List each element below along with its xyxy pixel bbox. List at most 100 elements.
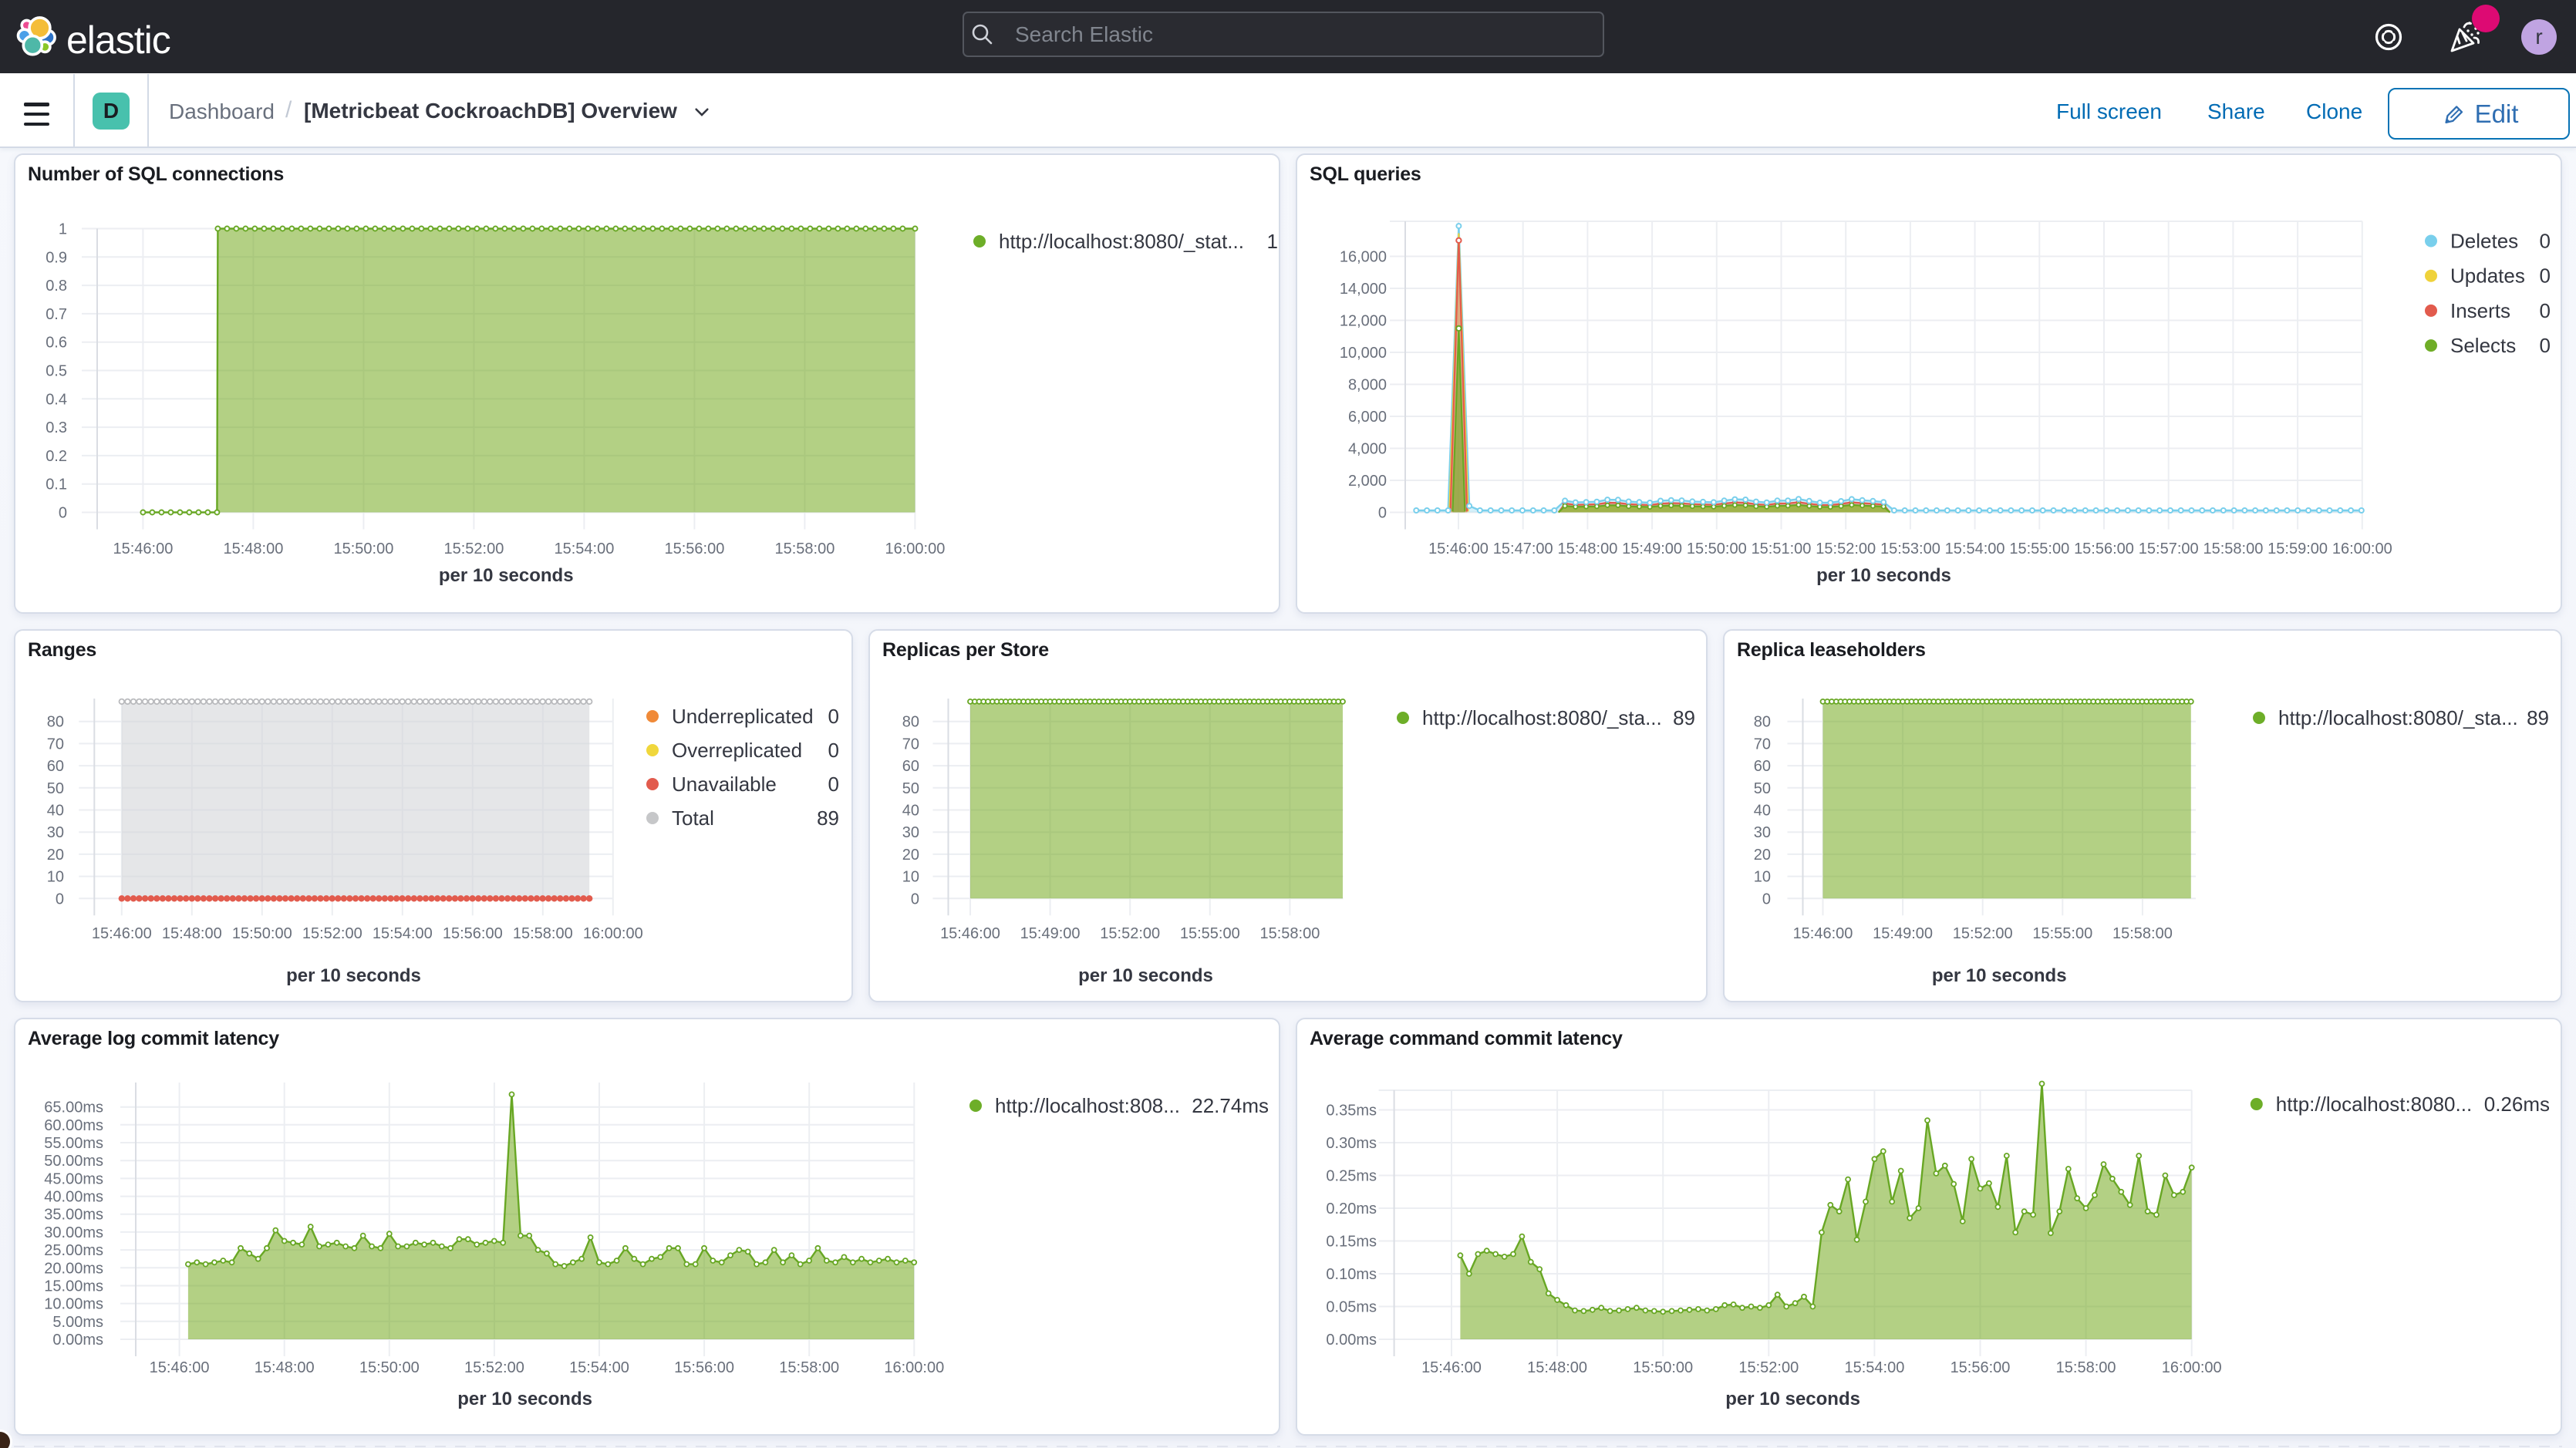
svg-text:89: 89 (817, 807, 839, 830)
svg-text:50: 50 (902, 780, 919, 797)
svg-text:15:56:00: 15:56:00 (1951, 1359, 2011, 1376)
svg-text:15:56:00: 15:56:00 (664, 540, 724, 557)
svg-text:15:56:00: 15:56:00 (2074, 540, 2134, 557)
svg-text:per 10 seconds: per 10 seconds (439, 565, 574, 586)
svg-text:15:52:00: 15:52:00 (1953, 925, 2013, 942)
svg-text:50: 50 (47, 780, 64, 797)
svg-text:30.00ms: 30.00ms (44, 1224, 103, 1241)
svg-text:8,000: 8,000 (1348, 377, 1387, 394)
svg-text:15:46:00: 15:46:00 (1428, 540, 1489, 557)
svg-text:0.25ms: 0.25ms (1326, 1168, 1377, 1185)
svg-text:15:50:00: 15:50:00 (359, 1359, 420, 1376)
svg-text:http://localhost:808...: http://localhost:808... (995, 1094, 1180, 1117)
svg-text:15:49:00: 15:49:00 (1020, 925, 1081, 942)
svg-text:15:58:00: 15:58:00 (2056, 1359, 2116, 1376)
svg-text:1: 1 (59, 221, 67, 238)
svg-text:50.00ms: 50.00ms (44, 1153, 103, 1170)
svg-text:16:00:00: 16:00:00 (2332, 540, 2392, 557)
svg-text:50: 50 (1754, 780, 1771, 797)
svg-text:0.5: 0.5 (46, 363, 67, 380)
svg-text:14,000: 14,000 (1340, 281, 1387, 298)
svg-text:0: 0 (2540, 264, 2551, 288)
svg-text:16:00:00: 16:00:00 (885, 540, 945, 557)
svg-text:20: 20 (47, 847, 64, 864)
svg-text:15:54:00: 15:54:00 (1945, 540, 2005, 557)
svg-text:0.05ms: 0.05ms (1326, 1299, 1377, 1316)
svg-text:15.00ms: 15.00ms (44, 1278, 103, 1295)
svg-text:per 10 seconds: per 10 seconds (1816, 565, 1951, 586)
svg-text:0.8: 0.8 (46, 278, 67, 295)
svg-text:0.15ms: 0.15ms (1326, 1234, 1377, 1251)
svg-text:40: 40 (902, 803, 919, 820)
svg-text:0.6: 0.6 (46, 335, 67, 352)
svg-text:15:59:00: 15:59:00 (2267, 540, 2328, 557)
svg-text:0.00ms: 0.00ms (52, 1332, 103, 1349)
svg-text:80: 80 (902, 714, 919, 731)
svg-text:15:46:00: 15:46:00 (150, 1359, 210, 1376)
svg-text:89: 89 (1673, 706, 1695, 729)
svg-text:10,000: 10,000 (1340, 345, 1387, 362)
svg-text:16,000: 16,000 (1340, 249, 1387, 266)
svg-text:15:54:00: 15:54:00 (554, 540, 614, 557)
svg-text:10: 10 (1754, 869, 1771, 886)
svg-text:40: 40 (1754, 803, 1771, 820)
svg-text:20.00ms: 20.00ms (44, 1260, 103, 1277)
svg-text:Unavailable: Unavailable (672, 773, 777, 796)
svg-text:0.7: 0.7 (46, 306, 67, 323)
svg-text:15:58:00: 15:58:00 (2112, 925, 2173, 942)
svg-text:15:46:00: 15:46:00 (1421, 1359, 1482, 1376)
svg-text:30: 30 (1754, 824, 1771, 841)
svg-text:15:58:00: 15:58:00 (513, 925, 573, 942)
svg-text:16:00:00: 16:00:00 (884, 1359, 944, 1376)
svg-text:Total: Total (672, 807, 714, 830)
svg-text:15:58:00: 15:58:00 (779, 1359, 839, 1376)
svg-text:per 10 seconds: per 10 seconds (457, 1389, 592, 1409)
svg-text:15:48:00: 15:48:00 (1527, 1359, 1587, 1376)
svg-text:15:55:00: 15:55:00 (1180, 925, 1240, 942)
svg-text:15:50:00: 15:50:00 (1687, 540, 1747, 557)
svg-text:15:48:00: 15:48:00 (255, 1359, 315, 1376)
svg-text:80: 80 (1754, 714, 1771, 731)
svg-text:http://localhost:8080...: http://localhost:8080... (2276, 1093, 2472, 1116)
svg-text:0: 0 (59, 505, 67, 522)
svg-text:10: 10 (902, 869, 919, 886)
svg-text:2,000: 2,000 (1348, 473, 1387, 490)
svg-text:15:49:00: 15:49:00 (1873, 925, 1933, 942)
svg-text:15:54:00: 15:54:00 (373, 925, 433, 942)
svg-text:0: 0 (2540, 334, 2551, 357)
svg-text:15:55:00: 15:55:00 (2032, 925, 2092, 942)
svg-text:15:54:00: 15:54:00 (569, 1359, 629, 1376)
svg-text:0.1: 0.1 (46, 476, 67, 493)
svg-text:70: 70 (1754, 736, 1771, 753)
svg-text:per 10 seconds: per 10 seconds (1078, 965, 1213, 986)
svg-text:5.00ms: 5.00ms (52, 1314, 103, 1331)
svg-text:per 10 seconds: per 10 seconds (286, 965, 421, 986)
svg-text:Selects: Selects (2450, 334, 2516, 357)
svg-text:60: 60 (47, 758, 64, 775)
svg-text:0: 0 (828, 739, 839, 762)
svg-text:Overreplicated: Overreplicated (672, 739, 802, 762)
svg-text:60.00ms: 60.00ms (44, 1117, 103, 1134)
svg-text:25.00ms: 25.00ms (44, 1242, 103, 1259)
svg-text:15:46:00: 15:46:00 (1793, 925, 1853, 942)
svg-text:40: 40 (47, 803, 64, 820)
svg-text:15:51:00: 15:51:00 (1752, 540, 1812, 557)
svg-text:0: 0 (2540, 299, 2551, 322)
svg-text:0.9: 0.9 (46, 249, 67, 266)
svg-text:20: 20 (1754, 847, 1771, 864)
svg-text:0.20ms: 0.20ms (1326, 1200, 1377, 1217)
svg-text:15:48:00: 15:48:00 (1557, 540, 1617, 557)
svg-text:60: 60 (902, 758, 919, 775)
svg-text:12,000: 12,000 (1340, 313, 1387, 330)
svg-text:0: 0 (828, 705, 839, 728)
svg-text:15:50:00: 15:50:00 (232, 925, 292, 942)
svg-text:15:56:00: 15:56:00 (443, 925, 503, 942)
svg-text:45.00ms: 45.00ms (44, 1170, 103, 1187)
svg-text:70: 70 (902, 736, 919, 753)
svg-text:4,000: 4,000 (1348, 441, 1387, 458)
svg-text:1: 1 (1267, 230, 1278, 253)
svg-text:16:00:00: 16:00:00 (583, 925, 643, 942)
svg-text:55.00ms: 55.00ms (44, 1135, 103, 1152)
svg-text:15:48:00: 15:48:00 (223, 540, 283, 557)
svg-text:Inserts: Inserts (2450, 299, 2510, 322)
